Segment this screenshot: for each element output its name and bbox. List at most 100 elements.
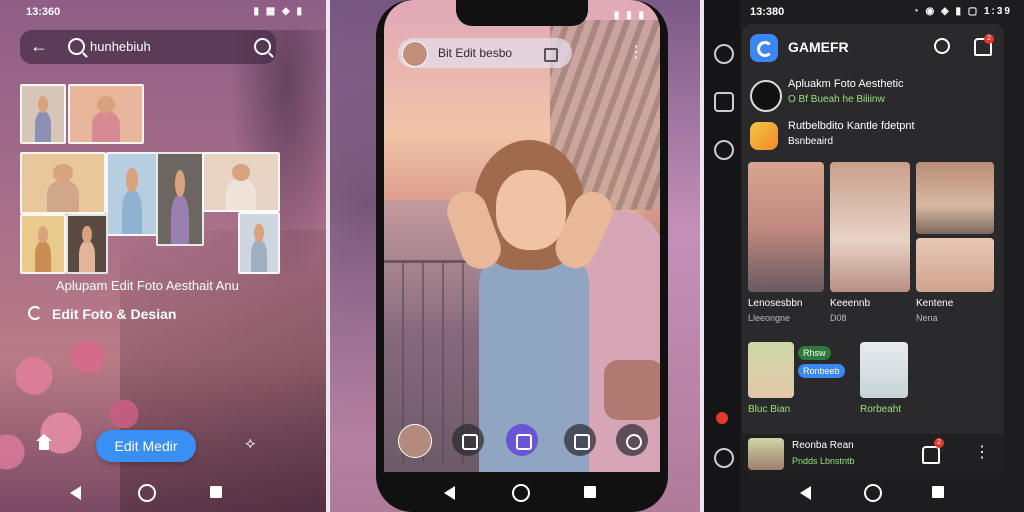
search-bar[interactable]: ← hunhebiuh [20, 30, 276, 64]
list-item-title: Apluakm Foto Aesthetic [788, 78, 904, 90]
photo-thumbnail[interactable] [20, 152, 106, 214]
system-nav-bar [704, 480, 1024, 506]
nav-home-icon[interactable] [512, 484, 530, 502]
back-arrow-icon[interactable]: ← [30, 36, 48, 57]
bottom-item-title: Reonba Rean [792, 440, 854, 451]
photo-tile[interactable] [916, 238, 994, 292]
photo-tile[interactable] [830, 162, 910, 292]
more-options-icon[interactable]: ⋮ [974, 442, 990, 462]
photo-thumbnail[interactable] [66, 214, 108, 274]
nav-recents-icon[interactable] [210, 486, 222, 498]
phone-frame: ▮ ▮ ▮ Bit Edit besbo ⋮ [376, 0, 668, 512]
effects-icon-glyph [574, 434, 590, 450]
nav-home-icon[interactable] [864, 484, 882, 502]
nav-back-icon[interactable] [444, 486, 455, 500]
photo-tile-image [748, 162, 824, 292]
bottom-item-subtitle: Pndds Lbnstntb [792, 456, 855, 466]
search-submit-icon[interactable] [254, 38, 271, 55]
nav-home-icon[interactable] [138, 484, 156, 502]
filter-icon[interactable] [452, 424, 484, 456]
left-rail [704, 0, 740, 512]
home-icon[interactable] [36, 434, 52, 450]
avatar [748, 438, 784, 470]
profile-icon[interactable] [616, 424, 648, 456]
avatar[interactable] [402, 41, 428, 67]
notification-bell-icon[interactable] [922, 446, 940, 464]
photo-thumbnail[interactable] [68, 84, 144, 144]
effects-icon[interactable] [564, 424, 596, 456]
tile-sublabel: Nena [916, 313, 938, 323]
puzzle-icon[interactable]: ⟡ [245, 435, 256, 453]
photo-tile[interactable] [916, 162, 994, 234]
tile-label: Lenosesbbn [748, 298, 803, 309]
notification-badge: 2 [984, 34, 994, 44]
tile-label: Bluc Bian [748, 404, 791, 415]
list-item[interactable]: Rutbelbdito Kantle fdetpnt Bsnbeaird [750, 120, 1000, 152]
edit-foto-design-option[interactable]: Edit Foto & Desian [28, 306, 176, 322]
photo-subject [79, 241, 95, 272]
system-nav-bar [0, 480, 326, 506]
panel-editor-home: 13:360 ▮ ▦ ◈ ▮ ← hunhebiuh Aplupam Edit … [0, 0, 326, 512]
search-icon[interactable] [934, 38, 950, 54]
edit-media-button[interactable]: Edit Medir [96, 430, 196, 462]
nav-recents-icon[interactable] [584, 486, 596, 498]
app-card: GAMEFR 2 Apluakm Foto Aesthetic O Bf Bue… [742, 24, 1004, 474]
photo-subject-head [174, 170, 186, 198]
status-icons: ▮ ▦ ◈ ▮ [253, 6, 304, 17]
tag-chip[interactable]: Rhsw [798, 346, 831, 360]
photo-thumbnail[interactable] [106, 152, 158, 236]
profile-pill-label: Bit Edit besbo [438, 46, 513, 60]
app-title: GAMEFR [788, 39, 849, 55]
status-bar: 13:360 ▮ ▦ ◈ ▮ [0, 6, 326, 20]
photo-tile[interactable] [748, 162, 824, 292]
app-caption: Aplupam Edit Foto Aesthait Anu [56, 278, 239, 293]
photo-thumbnail[interactable] [20, 214, 66, 274]
photo-tile-image [830, 162, 910, 292]
photo-thumbnail[interactable] [238, 212, 280, 274]
cloud-icon[interactable] [714, 140, 734, 160]
photo-subject-head [254, 224, 264, 242]
nav-back-icon[interactable] [800, 486, 811, 500]
tile-label: Rorbeaht [860, 404, 902, 415]
brush-icon [28, 306, 42, 320]
filter-icon-glyph [462, 434, 478, 450]
handbag [604, 360, 660, 420]
gallery-icon[interactable] [544, 48, 558, 62]
search-icon [68, 38, 85, 55]
chat-icon[interactable] [714, 448, 734, 468]
status-icons: ▮ ▮ ▮ [613, 10, 646, 21]
record-dot-icon[interactable] [716, 412, 728, 424]
nav-back-icon[interactable] [70, 486, 81, 500]
photo-subject-head [37, 226, 49, 243]
avatar[interactable] [398, 424, 432, 458]
tile-sublabel: Lleeongne [748, 313, 791, 323]
photo-thumbnail[interactable] [20, 84, 66, 144]
nav-recents-icon[interactable] [932, 486, 944, 498]
system-nav-bar [376, 480, 668, 506]
search-input[interactable]: hunhebiuh [90, 39, 151, 54]
photo-subject [34, 241, 52, 272]
photo-thumbnail[interactable] [156, 152, 204, 246]
photo-thumbnail[interactable] [202, 152, 280, 212]
edit-foto-design-label: Edit Foto & Desian [52, 306, 177, 322]
photo-tile[interactable] [860, 342, 908, 398]
photo-tile-image [916, 238, 994, 292]
photo-subject-head [37, 96, 49, 113]
bottom-list-item[interactable]: Reonba Rean Pndds Lbnstntb 2 ⋮ [742, 434, 1004, 474]
photo-tile-image [916, 162, 994, 234]
tag-chip[interactable]: Ronbeeb [798, 364, 845, 378]
tile-label: Kentene [916, 298, 954, 309]
profile-icon-glyph [626, 434, 642, 450]
photo-tile-image [860, 342, 908, 398]
photo-subject [122, 190, 142, 234]
more-options-icon[interactable]: ⋮ [628, 42, 644, 62]
crop-icon[interactable] [506, 424, 538, 456]
image-icon[interactable] [714, 92, 734, 112]
photo-subject [34, 111, 52, 142]
photo-tile[interactable] [748, 342, 794, 398]
list-item[interactable]: Apluakm Foto Aesthetic O Bf Bueah he Bil… [750, 78, 1000, 112]
editor-toolbar [384, 424, 660, 464]
search-icon[interactable] [714, 44, 734, 64]
notification-badge: 2 [934, 438, 944, 448]
profile-pill[interactable]: Bit Edit besbo [398, 38, 572, 68]
